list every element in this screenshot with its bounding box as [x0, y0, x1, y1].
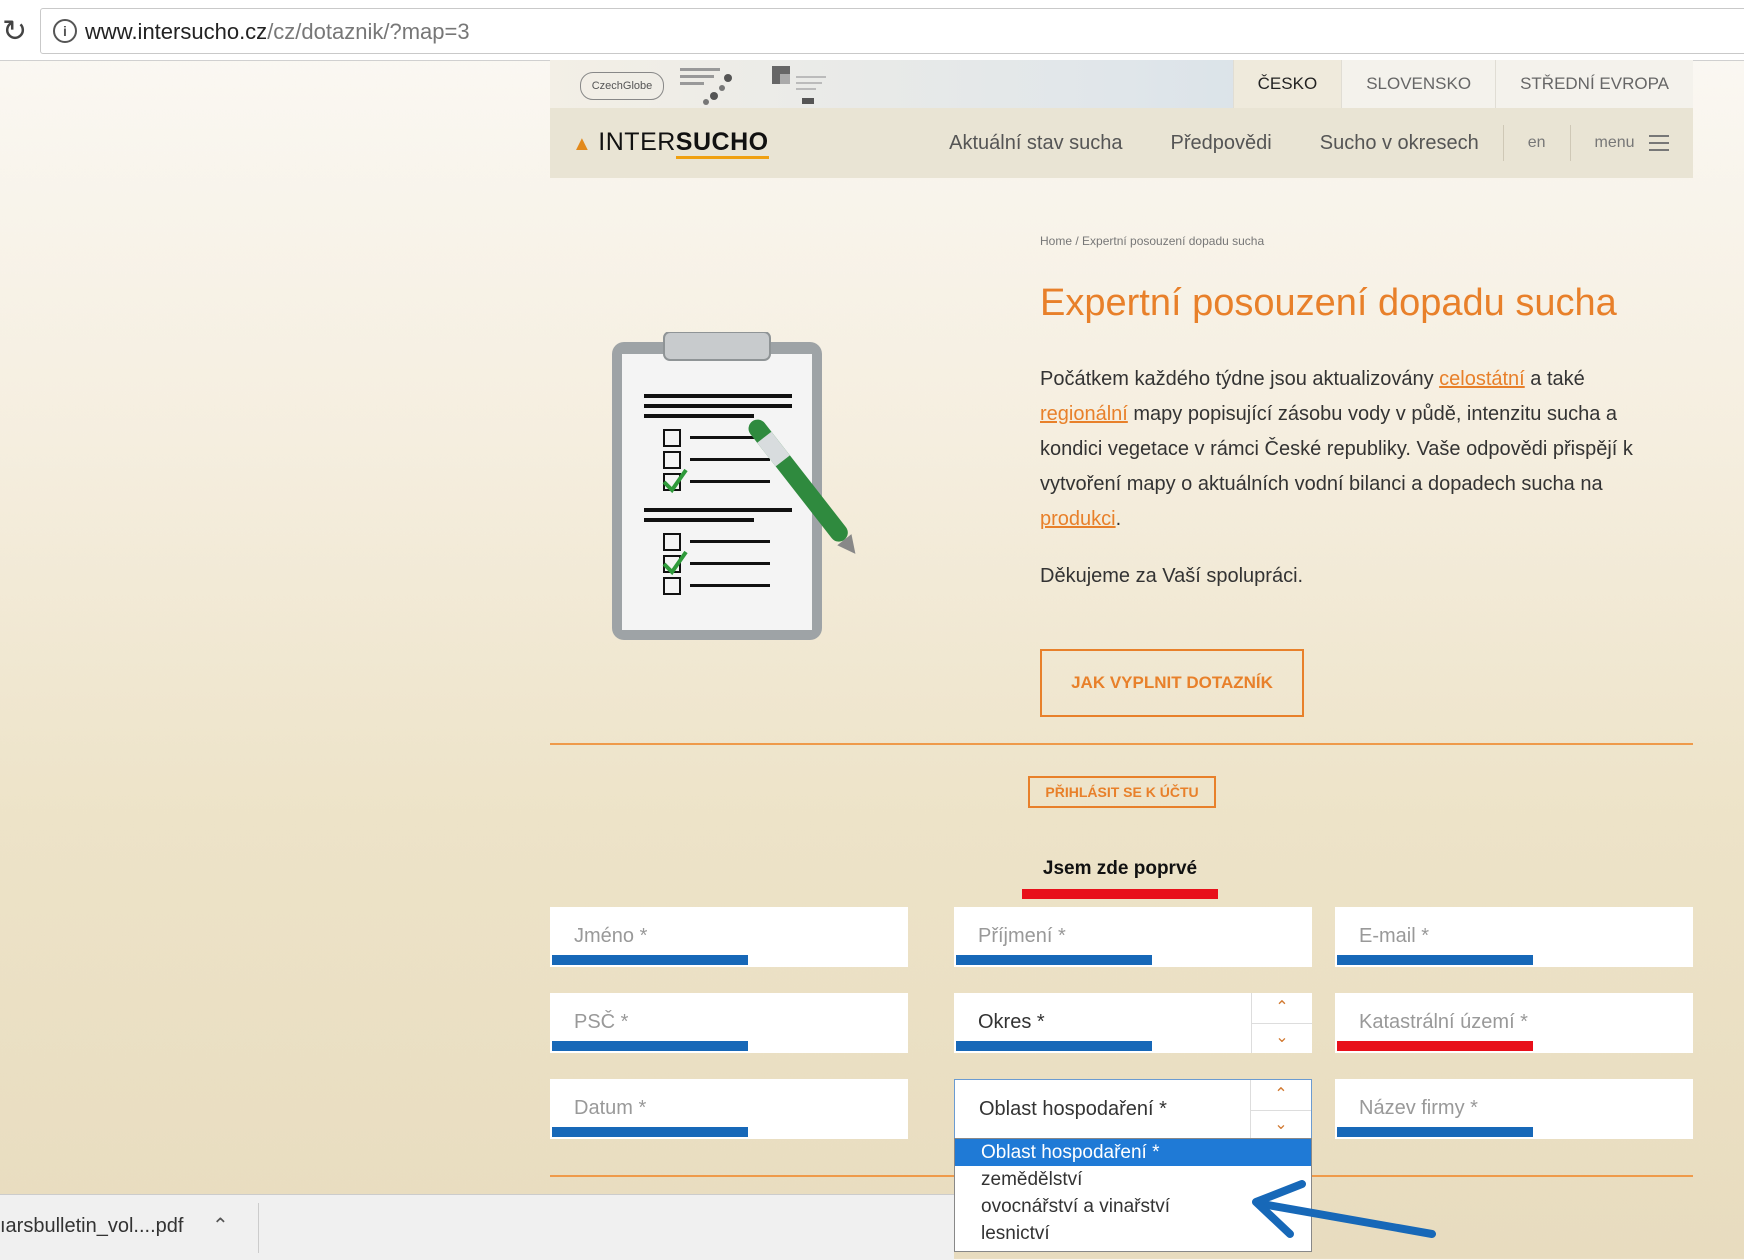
- breadcrumb[interactable]: Home / Expertní posouzení dopadu sucha: [1040, 234, 1264, 248]
- annotation-blue-underline: [956, 955, 1152, 965]
- lang-switch[interactable]: en: [1504, 134, 1570, 152]
- url-field[interactable]: i www.intersucho.cz/cz/dotaznik/?map=3: [40, 8, 1744, 54]
- annotation-red-underline: [1337, 1041, 1533, 1051]
- download-item[interactable]: ıarsbulletin_vol....pdf: [0, 1215, 183, 1238]
- download-bar: ıarsbulletin_vol....pdf ⌃: [0, 1194, 954, 1260]
- annotation-red-underline: [1022, 889, 1218, 899]
- page-title: Expertní posouzení dopadu sucha: [1040, 282, 1617, 324]
- katastralni-uzemi-placeholder: Katastrální území *: [1359, 1011, 1528, 1033]
- how-to-fill-button[interactable]: JAK VYPLNIT DOTAZNÍK: [1040, 649, 1304, 717]
- nav-sucho-v-okresech[interactable]: Sucho v okresech: [1296, 132, 1503, 155]
- link-celostatni[interactable]: celostátní: [1439, 368, 1525, 390]
- czechglobe-logo[interactable]: CzechGlobe: [580, 72, 664, 100]
- download-divider: [258, 1203, 259, 1253]
- okres-value: Okres *: [978, 1011, 1045, 1033]
- chevron-down-icon[interactable]: ⌄: [1252, 1023, 1312, 1053]
- tab-slovensko[interactable]: SLOVENSKO: [1341, 60, 1496, 108]
- chevron-down-icon[interactable]: ⌄: [1251, 1110, 1311, 1140]
- nazev-firmy-field[interactable]: Název firmy *: [1335, 1079, 1693, 1139]
- divider: [550, 743, 1693, 745]
- menu-button[interactable]: menu: [1571, 134, 1693, 152]
- email-placeholder: E-mail *: [1359, 925, 1430, 947]
- oblast-hospodareni-select[interactable]: Oblast hospodaření * ⌃ ⌄: [954, 1079, 1312, 1140]
- prijmeni-field[interactable]: Příjmení *: [954, 907, 1312, 967]
- nav-predpovedi[interactable]: Předpovědi: [1147, 132, 1296, 155]
- datum-placeholder: Datum *: [574, 1097, 647, 1119]
- reload-icon[interactable]: ↻: [2, 14, 27, 49]
- link-produkci[interactable]: produkci: [1040, 508, 1116, 530]
- house-icon: ▲: [572, 133, 593, 155]
- oblast-spinner: ⌃ ⌄: [1250, 1080, 1311, 1140]
- annotation-blue-underline: [956, 1041, 1152, 1051]
- dropdown-option[interactable]: Oblast hospodaření *: [955, 1139, 1311, 1166]
- link-regionalni[interactable]: regionální: [1040, 403, 1128, 425]
- annotation-blue-underline: [1337, 955, 1533, 965]
- mendel-university-logo[interactable]: [680, 66, 744, 106]
- annotation-blue-underline: [552, 955, 748, 965]
- partner-logo[interactable]: [772, 66, 832, 106]
- psc-placeholder: PSČ *: [574, 1011, 629, 1033]
- intro-text: Počátkem každého týdne jsou aktualizován…: [1040, 368, 1633, 530]
- tab-cesko[interactable]: ČESKO: [1232, 60, 1342, 108]
- jmeno-placeholder: Jméno *: [574, 925, 648, 947]
- tab-stredni-evropa[interactable]: STŘEDNÍ EVROPA: [1495, 60, 1693, 108]
- annotation-blue-underline: [1337, 1127, 1533, 1137]
- url-text: www.intersucho.cz/cz/dotaznik/?map=3: [85, 19, 470, 44]
- login-button[interactable]: PŘIHLÁSIT SE K ÚČTU: [1028, 776, 1216, 808]
- annotation-blue-underline: [552, 1041, 748, 1051]
- top-strip: CzechGlobe ČESKO SLOVENSKO STŘEDNÍ EVROP…: [550, 60, 1693, 108]
- psc-field[interactable]: PSČ *: [550, 993, 908, 1053]
- main-navbar: ▲ INTERSUCHO Aktuální stav sucha Předpově…: [550, 108, 1693, 178]
- thanks-text: Děkujeme za Vaší spolupráci.: [1040, 565, 1304, 587]
- nav-links: Aktuální stav sucha Předpovědi Sucho v o…: [925, 108, 1693, 178]
- annotation-blue-underline: [552, 1127, 748, 1137]
- annotation-arrow-icon: [1252, 1180, 1436, 1238]
- chevron-up-icon[interactable]: ⌃: [1251, 1080, 1311, 1111]
- chevron-up-icon[interactable]: ⌃: [1252, 993, 1312, 1024]
- okres-select[interactable]: Okres * ⌃ ⌄: [954, 993, 1312, 1053]
- datum-field[interactable]: Datum *: [550, 1079, 908, 1139]
- browser-address-bar: ↻ i www.intersucho.cz/cz/dotaznik/?map=3: [0, 0, 1744, 61]
- info-icon[interactable]: i: [53, 19, 77, 43]
- region-tabs: ČESKO SLOVENSKO STŘEDNÍ EVROPA: [1232, 60, 1693, 108]
- first-time-heading[interactable]: Jsem zde poprvé: [1022, 858, 1218, 880]
- clipboard-illustration: [612, 332, 856, 640]
- oblast-hospodareni-value: Oblast hospodaření *: [979, 1098, 1167, 1120]
- nazev-firmy-placeholder: Název firmy *: [1359, 1097, 1478, 1119]
- katastralni-uzemi-field[interactable]: Katastrální území *: [1335, 993, 1693, 1053]
- chevron-up-icon[interactable]: ⌃: [212, 1213, 229, 1238]
- nav-aktualni-stav[interactable]: Aktuální stav sucha: [925, 132, 1146, 155]
- intersucho-logo[interactable]: ▲ INTERSUCHO: [572, 128, 769, 159]
- okres-spinner: ⌃ ⌄: [1251, 993, 1312, 1053]
- prijmeni-placeholder: Příjmení *: [978, 925, 1066, 947]
- jmeno-field[interactable]: Jméno *: [550, 907, 908, 967]
- hamburger-icon: [1649, 134, 1669, 151]
- email-field[interactable]: E-mail *: [1335, 907, 1693, 967]
